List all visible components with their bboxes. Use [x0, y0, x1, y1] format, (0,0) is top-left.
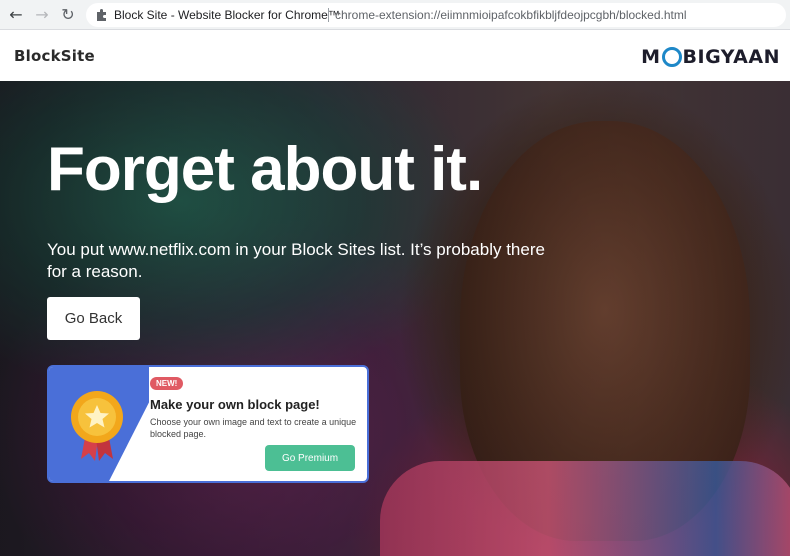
blocksite-logo[interactable]: BlockSite: [14, 47, 95, 65]
watermark-o-icon: [661, 47, 682, 67]
address-bar[interactable]: Block Site - Website Blocker for Chrome™…: [86, 3, 786, 27]
go-premium-button[interactable]: Go Premium: [265, 445, 355, 471]
back-arrow-icon[interactable]: ←: [6, 5, 26, 25]
go-back-button[interactable]: Go Back: [47, 297, 140, 340]
headline: Forget about it.: [47, 135, 483, 204]
reload-icon[interactable]: ↻: [58, 5, 78, 25]
url-text[interactable]: chrome-extension://eiimnmioipafcokbfikbl…: [335, 8, 687, 22]
promo-description: Choose your own image and text to create…: [150, 417, 357, 439]
browser-toolbar: ← → ↻ Block Site - Website Blocker for C…: [0, 0, 790, 30]
mobigyaan-watermark: M BIGYAAN: [641, 46, 780, 68]
blocked-message: You put www.netflix.com in your Block Si…: [47, 240, 545, 281]
promo-title: Make your own block page!: [150, 397, 320, 412]
forward-arrow-icon[interactable]: →: [32, 5, 52, 25]
separator: [328, 8, 329, 22]
site-header: BlockSite M BIGYAAN: [0, 30, 790, 81]
hero-background: Forget about it. You put www.netflix.com…: [0, 81, 790, 556]
new-badge: NEW!: [150, 377, 184, 390]
premium-promo-card: NEW! Make your own block page! Choose yo…: [47, 365, 369, 483]
watermark-part-b: BIGYAAN: [682, 46, 780, 68]
watermark-part-a: M: [641, 46, 661, 68]
page-title: Block Site - Website Blocker for Chrome™: [114, 8, 340, 22]
medal-icon: [71, 391, 123, 461]
puzzle-piece-icon: [97, 9, 106, 21]
